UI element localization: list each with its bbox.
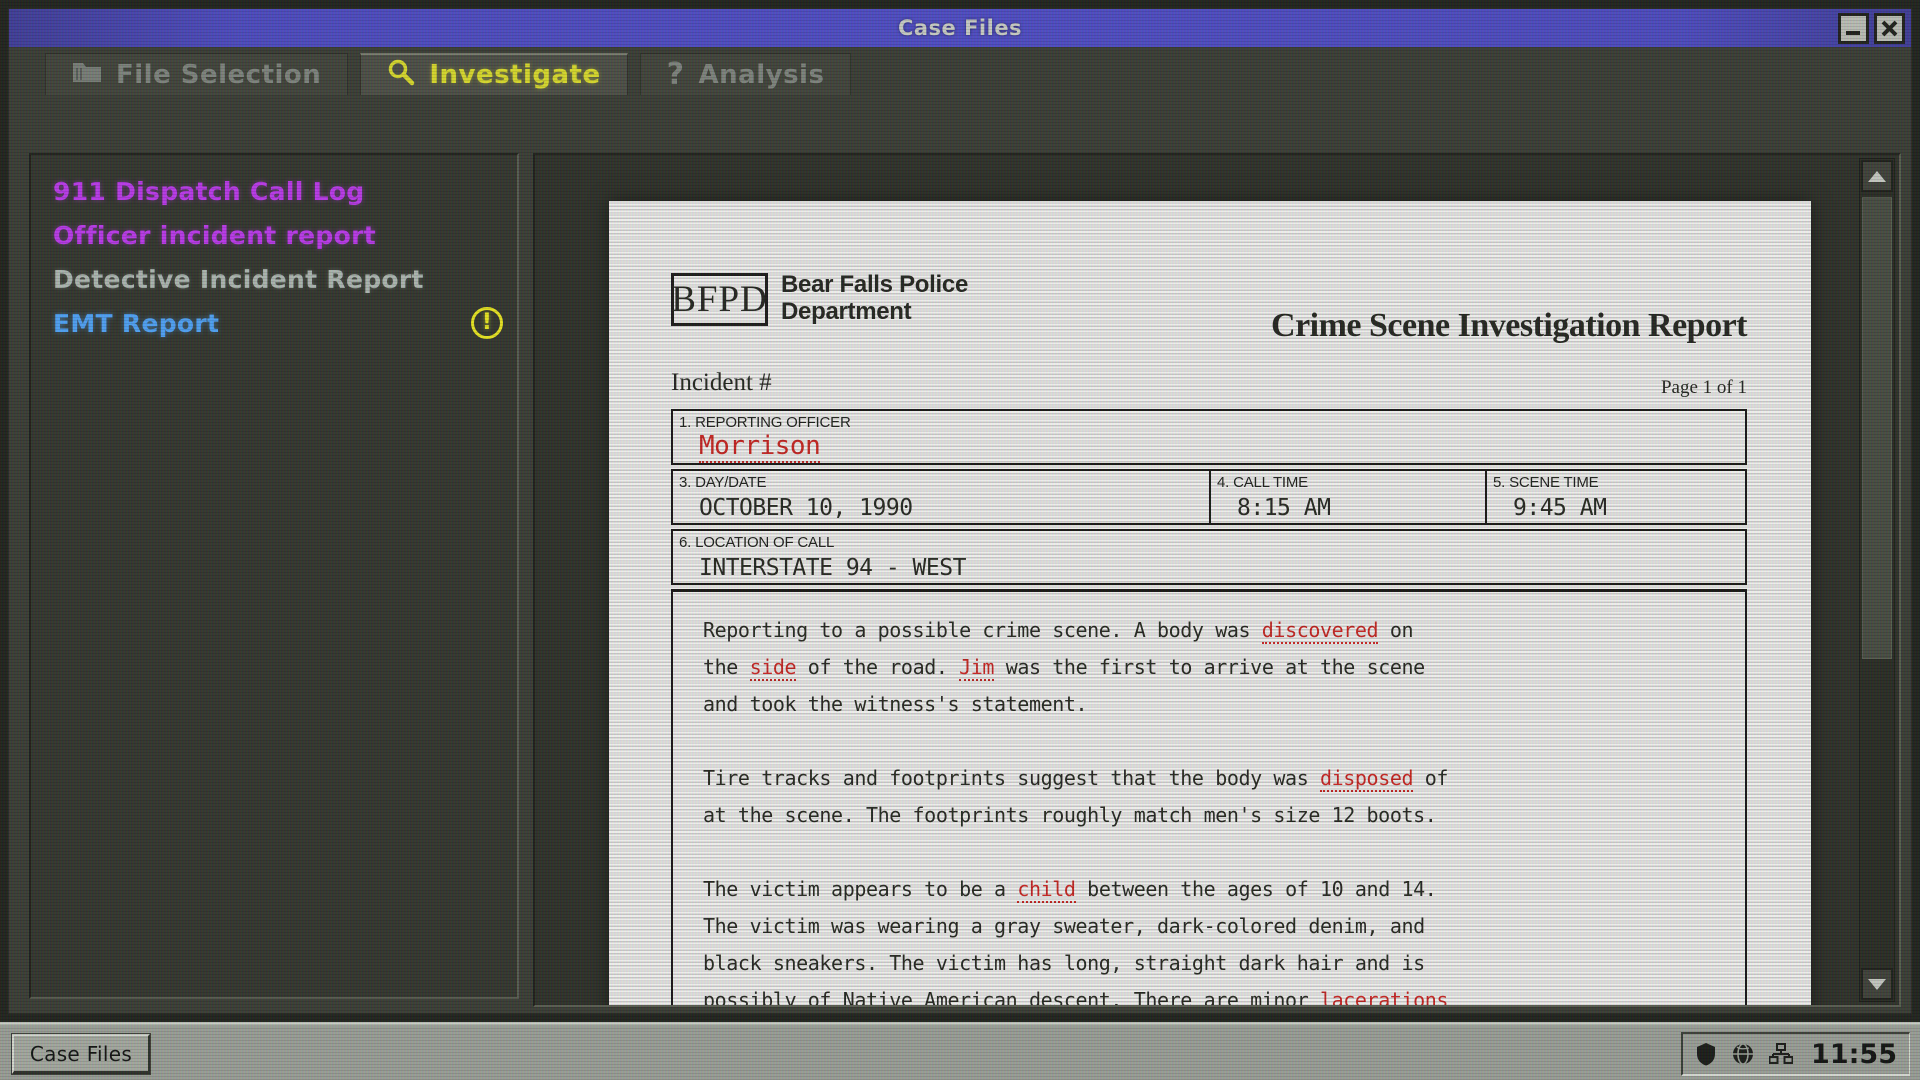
field-label: 3. DAY/DATE (679, 474, 766, 491)
field-value: OCTOBER 10, 1990 (699, 495, 913, 521)
document-scrollbar[interactable] (1859, 158, 1895, 1002)
field-reporting-officer: 1. REPORTING OFFICER Morrison (671, 409, 1747, 465)
page-indicator: Page 1 of 1 (1661, 377, 1747, 399)
file-item-911-dispatch[interactable]: 911 Dispatch Call Log (31, 169, 517, 213)
minimize-button[interactable] (1838, 13, 1869, 44)
taskbar-case-files-button[interactable]: Case Files (12, 1034, 150, 1074)
close-button[interactable] (1874, 13, 1905, 44)
tab-file-selection[interactable]: File Selection (45, 53, 348, 95)
alert-icon: ! (471, 307, 503, 339)
form-row-datetime: 3. DAY/DATE OCTOBER 10, 1990 4. CALL TIM… (671, 469, 1747, 525)
incident-number-label: Incident # (671, 369, 772, 397)
clue-keyword[interactable]: discovered (1262, 618, 1378, 644)
tab-label: File Selection (116, 60, 321, 90)
minimize-icon (1845, 20, 1862, 37)
department-line-1: Bear Falls Police (781, 271, 968, 298)
clue-keyword-morrison[interactable]: Morrison (699, 431, 820, 463)
titlebar[interactable]: Case Files (9, 9, 1911, 47)
file-item-label: Officer incident report (53, 221, 376, 250)
narrative-paragraph: Reporting to a possible crime scene. A b… (703, 612, 1715, 723)
file-item-emt-report[interactable]: EMT Report ! (31, 301, 517, 345)
narrative-section: Reporting to a possible crime scene. A b… (671, 589, 1747, 1007)
clue-keyword[interactable]: lacerations (1320, 988, 1448, 1007)
clue-keyword[interactable]: disposed (1320, 766, 1413, 792)
report-header: BFPD Bear Falls Police Department Crime … (671, 267, 1747, 363)
department-name: Bear Falls Police Department (781, 271, 968, 325)
shield-icon[interactable] (1695, 1042, 1717, 1066)
form-row-officer: 1. REPORTING OFFICER Morrison (671, 409, 1747, 465)
document-viewer-panel: BFPD Bear Falls Police Department Crime … (533, 153, 1901, 1007)
tab-label: Analysis (699, 60, 825, 90)
narrative-text: Tire tracks and footprints suggest that … (703, 766, 1320, 790)
bfpd-badge: BFPD (671, 273, 768, 326)
window-title: Case Files (898, 16, 1022, 40)
arrow-down-icon (1868, 979, 1886, 990)
globe-icon[interactable] (1731, 1042, 1755, 1066)
field-day-date: 3. DAY/DATE OCTOBER 10, 1990 (671, 469, 1211, 525)
taskbar: Case Files (0, 1022, 1920, 1080)
file-item-officer-report[interactable]: Officer incident report (31, 213, 517, 257)
narrative-paragraph: The victim appears to be a child between… (703, 871, 1715, 1007)
field-scene-time: 5. SCENE TIME 9:45 AM (1487, 469, 1747, 525)
file-list-panel: 911 Dispatch Call Log Officer incident r… (29, 153, 519, 999)
clue-keyword[interactable]: Jim (959, 655, 994, 681)
arrow-up-icon (1868, 171, 1886, 182)
network-icon[interactable] (1769, 1043, 1793, 1065)
tab-analysis[interactable]: ? Analysis (640, 53, 852, 95)
field-label: 6. LOCATION OF CALL (679, 534, 834, 551)
field-label: 1. REPORTING OFFICER (679, 414, 851, 431)
scroll-down-button[interactable] (1861, 968, 1893, 1000)
report-title: Crime Scene Investigation Report (1271, 307, 1747, 345)
tab-investigate[interactable]: Investigate (360, 53, 627, 95)
form-row-location: 6. LOCATION OF CALL INTERSTATE 94 - WEST (671, 529, 1747, 585)
close-icon (1880, 19, 1899, 38)
scroll-up-button[interactable] (1861, 160, 1893, 192)
field-label: 4. CALL TIME (1217, 474, 1308, 491)
field-value: INTERSTATE 94 - WEST (699, 555, 966, 581)
narrative-text: of the road. (796, 655, 959, 679)
field-value: 8:15 AM (1237, 495, 1330, 521)
taskbar-button-label: Case Files (30, 1042, 132, 1066)
file-item-detective-report[interactable]: Detective Incident Report (31, 257, 517, 301)
folder-icon (72, 59, 102, 90)
field-location-of-call: 6. LOCATION OF CALL INTERSTATE 94 - WEST (671, 529, 1747, 585)
question-icon: ? (667, 57, 685, 92)
incident-row: Incident # Page 1 of 1 (671, 363, 1747, 409)
file-item-label: Detective Incident Report (53, 265, 424, 294)
department-line-2: Department (781, 298, 968, 325)
tab-strip: File Selection Investigate ? Analysis (45, 53, 851, 95)
crime-scene-report-document: BFPD Bear Falls Police Department Crime … (609, 201, 1811, 1007)
file-item-label: 911 Dispatch Call Log (53, 177, 365, 206)
system-tray: 11:55 (1681, 1032, 1910, 1076)
file-item-label: EMT Report (53, 309, 219, 338)
field-value: 9:45 AM (1513, 495, 1606, 521)
field-call-time: 4. CALL TIME 8:15 AM (1211, 469, 1487, 525)
narrative-text: Reporting to a possible crime scene. A b… (703, 618, 1262, 642)
clock: 11:55 (1811, 1039, 1897, 1070)
case-files-window: Case Files (8, 8, 1912, 1014)
clue-keyword[interactable]: side (750, 655, 797, 681)
tab-label: Investigate (429, 60, 600, 90)
clue-keyword[interactable]: child (1017, 877, 1075, 903)
narrative-text: The victim appears to be a (703, 877, 1017, 901)
field-label: 5. SCENE TIME (1493, 474, 1598, 491)
narrative-paragraph: Tire tracks and footprints suggest that … (703, 760, 1715, 834)
scrollbar-thumb[interactable] (1862, 197, 1892, 659)
magnifier-icon (387, 58, 415, 93)
